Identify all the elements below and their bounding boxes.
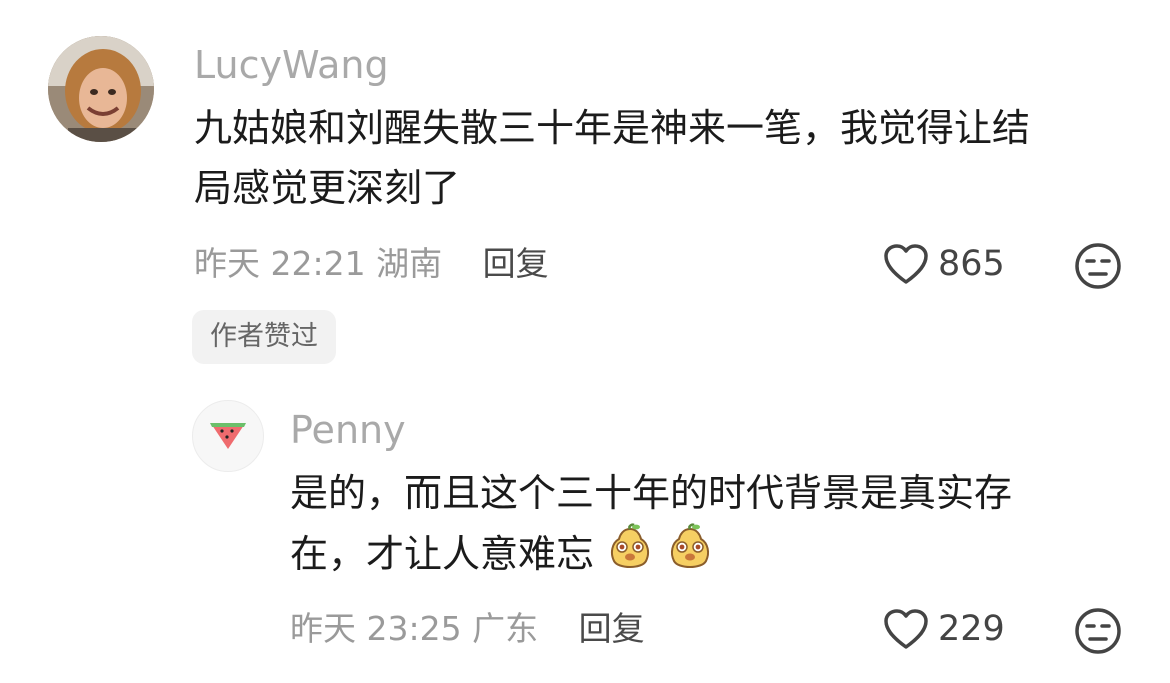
reply-like-count: 229: [938, 609, 1005, 649]
reply-text-line-1: 是的，而且这个三十年的时代背景是真实存: [290, 471, 1013, 515]
author-liked-badge: 作者赞过: [192, 310, 336, 364]
comment-time: 22:21: [270, 244, 366, 283]
reply-text-line-2-wrap: 在，才让人意难忘: [290, 523, 1130, 584]
reply-avatar[interactable]: [192, 400, 264, 472]
reply-text: 是的，而且这个三十年的时代背景是真实存 在，才让人意难忘: [290, 463, 1130, 584]
comment-meta: 昨天 22:21 湖南 回复: [194, 247, 549, 280]
comment-date: 昨天: [194, 244, 260, 283]
reply-username[interactable]: Penny: [290, 411, 406, 449]
comment-location: 湖南: [376, 244, 443, 283]
comment-dislike-button[interactable]: [1074, 242, 1122, 294]
reply-date: 昨天: [290, 609, 356, 648]
unamused-face-icon: [1075, 608, 1121, 654]
comment-text-line-2: 局感觉更深刻了: [194, 166, 461, 210]
unamused-face-icon: [1075, 243, 1121, 289]
comment-text-line-1: 九姑娘和刘醒失散三十年是神来一笔，我觉得让结: [194, 106, 1031, 150]
user-avatar[interactable]: [48, 36, 154, 142]
reply-reply-button[interactable]: 回复: [579, 609, 645, 648]
comment-reply-button[interactable]: 回复: [483, 244, 549, 283]
reply-dislike-button[interactable]: [1074, 607, 1122, 659]
comment-like-count: 865: [938, 244, 1005, 284]
comment-text: 九姑娘和刘醒失散三十年是神来一笔，我觉得让结 局感觉更深刻了: [194, 98, 1134, 218]
reply-location: 广东: [472, 609, 539, 648]
reply-time: 23:25: [366, 609, 462, 648]
reply-text-line-2: 在，才让人意难忘: [290, 532, 595, 576]
heart-outline-icon: [884, 609, 928, 649]
pear-face-emoji: [671, 523, 710, 568]
comment-username[interactable]: LucyWang: [194, 46, 389, 84]
heart-outline-icon: [884, 244, 928, 284]
watermelon-icon: [210, 423, 246, 449]
reply-meta: 昨天 23:25 广东 回复: [290, 612, 645, 645]
comment-like-button[interactable]: 865: [882, 242, 1005, 286]
reply-like-button[interactable]: 229: [882, 607, 1005, 651]
pear-face-emoji: [611, 523, 650, 568]
